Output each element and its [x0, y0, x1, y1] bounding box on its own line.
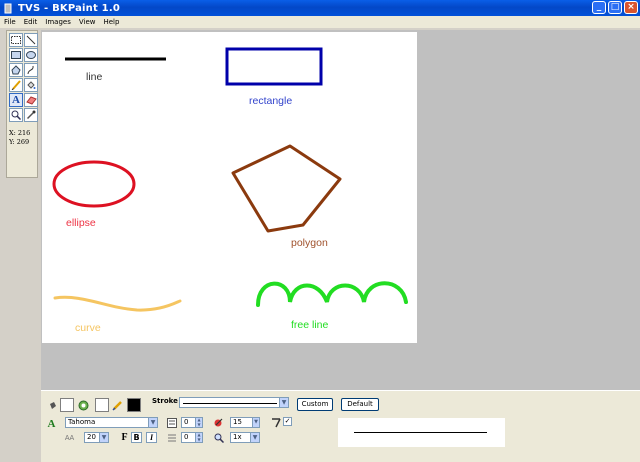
- spacing-value: 0: [184, 418, 189, 426]
- eraser-tool-icon[interactable]: [24, 93, 38, 107]
- text-tool-icon[interactable]: A: [9, 93, 23, 107]
- ellipse-shape: [52, 160, 136, 208]
- coord-y: Y: 269: [9, 138, 30, 146]
- zoom-icon: [213, 432, 224, 443]
- antialias-checkbox[interactable]: ✓: [283, 417, 292, 426]
- spacing-spinner[interactable]: 0 ▲ ▼: [181, 417, 203, 428]
- stroke-preview: [338, 418, 505, 447]
- font-size-icon: AA: [64, 435, 75, 442]
- fill-tool-icon[interactable]: [24, 78, 38, 92]
- fill-color-swatch[interactable]: [60, 398, 74, 412]
- list-icon: [166, 432, 177, 443]
- background-color-swatch[interactable]: [95, 398, 109, 412]
- line-spacing-icon: [166, 417, 177, 428]
- brush-size-select[interactable]: 15 ▼: [230, 417, 260, 428]
- font-size-select[interactable]: 20 ▼: [84, 432, 109, 443]
- stroke-pencil-icon[interactable]: [112, 400, 123, 411]
- font-family-value: Tahoma: [68, 418, 96, 426]
- menu-edit[interactable]: Edit: [24, 18, 38, 26]
- app-icon: [4, 3, 12, 13]
- properties-panel: Stroke ▼ Custom Default A Tahoma ▼ 0 ▲ ▼ …: [41, 390, 640, 462]
- rectangle-shape: [225, 47, 323, 86]
- free-line-shape: [256, 281, 408, 307]
- cursor-coordinates: X: 216 Y: 269: [9, 129, 30, 147]
- rectangle-label: rectangle: [249, 95, 293, 107]
- indent-spinner[interactable]: 0 ▲ ▼: [181, 432, 203, 443]
- brush-size-icon: [213, 417, 224, 428]
- stroke-style-select[interactable]: ▼: [179, 397, 289, 408]
- stroke-preview-line: [354, 432, 487, 433]
- font-size-value: 20: [87, 433, 96, 441]
- zoom-value: 1x: [233, 433, 242, 441]
- bold-button[interactable]: B: [131, 432, 142, 443]
- zoom-tool-icon[interactable]: [9, 108, 23, 122]
- zoom-select[interactable]: 1x ▼: [230, 432, 260, 443]
- close-button[interactable]: ×: [624, 1, 638, 14]
- ellipse-label: ellipse: [66, 217, 96, 229]
- title-bar: TVS - BKPaint 1.0 _ □ ×: [0, 0, 640, 16]
- select-rect-tool-icon[interactable]: [9, 33, 23, 47]
- window-title: TVS - BKPaint 1.0: [18, 2, 120, 14]
- default-button[interactable]: Default: [341, 398, 379, 411]
- coord-x: X: 216: [9, 129, 31, 137]
- polygon-tool-icon[interactable]: [9, 63, 23, 77]
- ellipse-tool-icon[interactable]: [24, 48, 38, 62]
- menu-file[interactable]: File: [4, 18, 16, 26]
- stroke-color-swatch[interactable]: [127, 398, 141, 412]
- rectangle-tool-icon[interactable]: [9, 48, 23, 62]
- font-family-select[interactable]: Tahoma ▼: [65, 417, 158, 428]
- custom-button[interactable]: Custom: [297, 398, 333, 411]
- bold-icon: F: [121, 432, 128, 443]
- menu-help[interactable]: Help: [103, 18, 119, 26]
- brush-size-value: 15: [233, 418, 242, 426]
- free-line-label: free line: [291, 319, 329, 331]
- stroke-label: Stroke: [152, 397, 178, 405]
- line-tool-icon[interactable]: [24, 33, 38, 47]
- maximize-button[interactable]: □: [608, 1, 622, 14]
- menu-bar: File Edit Images View Help: [0, 16, 640, 28]
- italic-button[interactable]: I: [146, 432, 157, 443]
- pencil-tool-icon[interactable]: [9, 78, 23, 92]
- polygon-shape: [231, 144, 342, 233]
- indent-value: 0: [184, 433, 189, 441]
- menu-images[interactable]: Images: [45, 18, 71, 26]
- curve-shape: [53, 295, 182, 312]
- corner-style-icon[interactable]: [270, 417, 281, 428]
- font-icon: A: [47, 417, 56, 430]
- curve-tool-icon[interactable]: [24, 63, 38, 77]
- polygon-label: polygon: [291, 237, 328, 249]
- curve-label: curve: [75, 322, 101, 334]
- line-label: line: [86, 71, 103, 83]
- toolbox: A X: 216 Y: 269: [6, 30, 38, 178]
- bucket-icon[interactable]: [47, 400, 58, 411]
- fill-style-icon[interactable]: [78, 400, 89, 411]
- eyedropper-tool-icon[interactable]: [24, 108, 38, 122]
- workspace: line rectangle ellipse polygon curve fre…: [41, 30, 640, 390]
- menu-view[interactable]: View: [79, 18, 96, 26]
- drawing-canvas[interactable]: line rectangle ellipse polygon curve fre…: [42, 32, 417, 343]
- minimize-button[interactable]: _: [592, 1, 606, 14]
